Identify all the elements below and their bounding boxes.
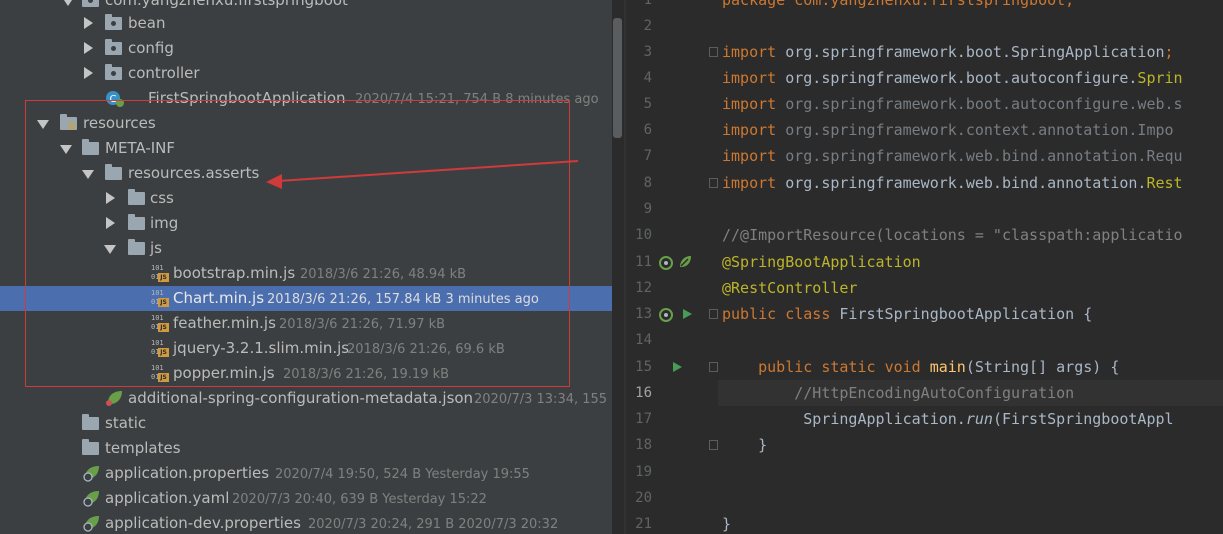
line-number-current: 16 [635,385,652,401]
code-line-annotation: @RestController [722,279,858,297]
line-number: 19 [635,464,652,480]
line-number: 13 [635,306,652,322]
code-line: import org.springframework.boot.autoconf… [722,69,1183,87]
code-line: } [722,436,768,454]
fold-marker-icon[interactable] [709,178,718,188]
bean-icon[interactable] [659,256,673,270]
code-line: import org.springframework.boot.SpringAp… [722,43,1174,61]
line-number: 17 [635,411,652,427]
code-line: package com.yangzhenxu.firstspringboot; [722,0,1075,9]
line-number: 11 [635,254,652,270]
code-line: } [722,515,732,533]
line-number: 5 [643,96,652,112]
line-number: 15 [635,359,652,375]
code-line-annotation: @SpringBootApplication [722,253,921,271]
line-number: 20 [635,490,652,506]
line-number: 14 [635,332,652,348]
line-number: 8 [643,175,652,191]
code-line-unused-import: import org.springframework.web.bind.anno… [722,147,1183,165]
line-number: 21 [635,516,652,532]
tree-scrollbar[interactable] [613,18,622,138]
line-number: 1 [643,0,652,8]
code-line-comment: //HttpEncodingAutoConfiguration [722,384,1075,402]
line-number: 4 [643,70,652,86]
line-number: 10 [635,227,652,243]
annotation-arrow-icon [266,160,579,189]
fold-marker-icon[interactable] [709,309,718,319]
code-line-unused-import: import org.springframework.context.annot… [722,121,1174,139]
fold-marker-icon[interactable] [709,440,718,450]
line-number: 7 [643,148,652,164]
line-number: 12 [635,280,652,296]
code-line-unused-import: import org.springframework.boot.autoconf… [722,95,1183,113]
code-line-comment: //@ImportResource(locations = "classpath… [722,226,1183,244]
code-line-main-method: public static void main(String[] args) { [758,358,1120,376]
project-tree-panel: com.yangzhenxu.firstspringboot bean conf… [0,0,612,534]
bean-icon[interactable] [659,308,673,322]
run-icon[interactable] [680,307,694,321]
code-line: SpringApplication.run(FirstSpringbootApp… [722,410,1174,428]
line-number: 3 [643,44,652,60]
fold-marker-icon[interactable] [709,362,718,372]
code-line: import org.springframework.web.bind.anno… [722,174,1183,192]
fold-marker-icon[interactable] [709,47,718,57]
code-line-class-declaration: public class FirstSpringbootApplication … [722,305,1093,323]
run-icon[interactable] [670,360,684,374]
spring-leaf-icon[interactable] [678,255,692,269]
line-number: 9 [643,201,652,217]
line-number: 6 [643,122,652,138]
code-editor[interactable]: 1 2 3 4 5 6 7 8 9 10 11 12 13 14 15 16 1… [626,0,1223,534]
line-number: 2 [643,18,652,34]
line-number: 18 [635,437,652,453]
